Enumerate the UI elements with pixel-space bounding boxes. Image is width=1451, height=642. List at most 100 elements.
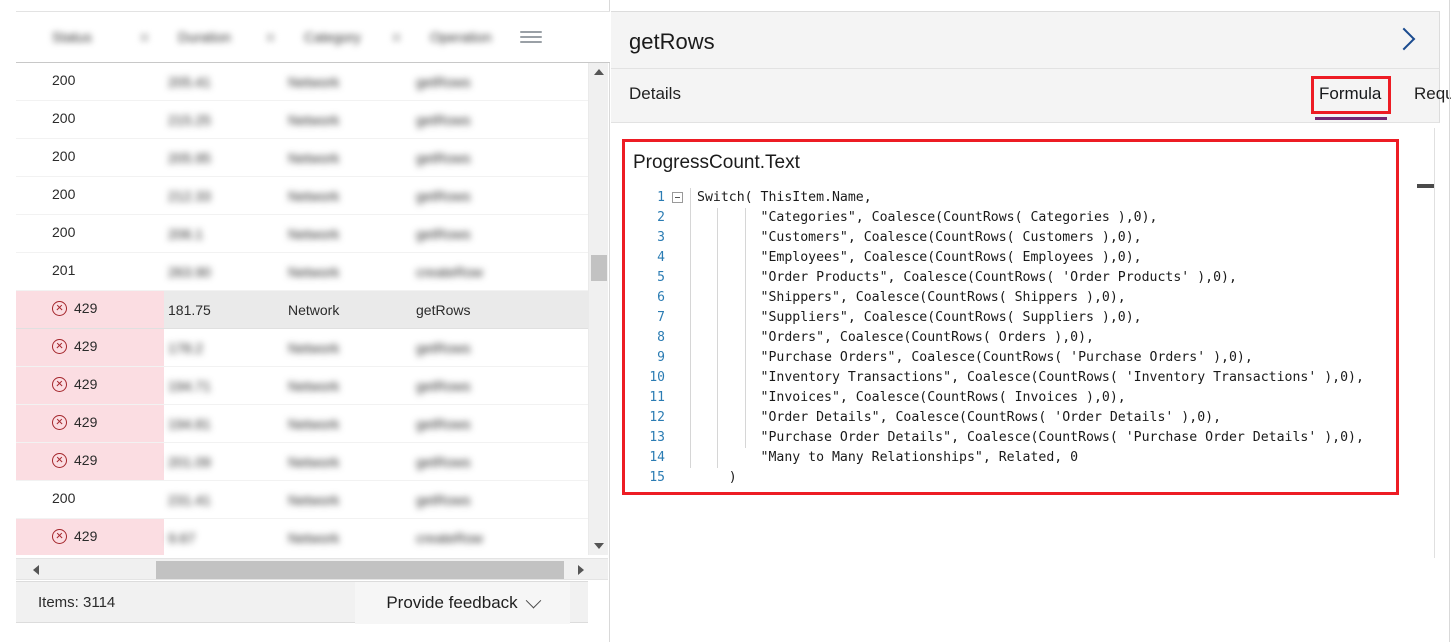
vertical-scroll-thumb[interactable] [591, 255, 607, 281]
table-row[interactable]: 429 181.75 Network getRows [16, 291, 588, 329]
line-number: 6 [657, 290, 665, 305]
code-line: 2 "Categories", Coalesce(CountRows( Cate… [625, 208, 1396, 228]
code-text: "Purchase Order Details", Coalesce(Count… [697, 430, 1364, 445]
category-cell: Network [288, 264, 340, 280]
duration-cell: 205.95 [168, 150, 211, 166]
table-row[interactable]: 429 178.2 Network getRows [16, 329, 588, 367]
code-text: "Order Products", Coalesce(CountRows( 'O… [697, 270, 1237, 285]
code-line: 11 "Invoices", Coalesce(CountRows( Invoi… [625, 388, 1396, 408]
table-row[interactable]: 429 201.09 Network getRows [16, 443, 588, 481]
hamburger-icon[interactable] [520, 31, 542, 47]
duration-cell: 181.75 [168, 302, 211, 318]
code-line: 5 "Order Products", Coalesce(CountRows( … [625, 268, 1396, 288]
scroll-up-arrow-icon[interactable] [594, 69, 604, 75]
code-line: 10 "Inventory Transactions", Coalesce(Co… [625, 368, 1396, 388]
table-body[interactable]: 200 205.41 Network getRows 200 215.25 Network g… [16, 63, 588, 555]
detail-tab-bar: Details Formula Request Response [611, 69, 1451, 123]
column-resizer-category[interactable] [392, 33, 401, 42]
column-header-status[interactable]: Status [52, 29, 92, 45]
table-horizontal-scrollbar[interactable] [16, 558, 608, 580]
detail-panel-scroll-thumb[interactable] [1417, 184, 1434, 188]
code-text: "Invoices", Coalesce(CountRows( Invoices… [697, 390, 1126, 405]
table-row[interactable]: 201 263.90 Network createRow [16, 253, 588, 291]
code-text: ) [697, 470, 737, 485]
status-badge: 200 [52, 148, 75, 164]
scroll-down-arrow-icon[interactable] [594, 543, 604, 549]
table-row[interactable]: 200 205.95 Network getRows [16, 139, 588, 177]
table-row[interactable]: 429 194.81 Network getRows [16, 405, 588, 443]
table-vertical-scrollbar[interactable] [588, 63, 608, 555]
duration-cell: 194.81 [168, 416, 211, 432]
line-number: 11 [649, 390, 665, 405]
operation-cell: getRows [416, 302, 471, 318]
status-code-text: 429 [74, 414, 98, 430]
column-header-category[interactable]: Category [304, 29, 361, 45]
column-resizer-status[interactable] [140, 33, 149, 42]
category-cell: Network [288, 378, 340, 394]
duration-cell: 206.1 [168, 226, 204, 242]
status-code-text: 201 [52, 262, 76, 278]
category-cell: Network [288, 416, 340, 432]
code-text: "Inventory Transactions", Coalesce(Count… [697, 370, 1364, 385]
provide-feedback-label: Provide feedback [386, 593, 518, 612]
chevron-right-icon[interactable] [1392, 27, 1416, 51]
code-line: 9 "Purchase Orders", Coalesce(CountRows(… [625, 348, 1396, 368]
column-header-duration[interactable]: Duration [178, 29, 231, 45]
status-code-text: 429 [74, 376, 98, 392]
status-code-text: 200 [52, 72, 76, 88]
horizontal-scroll-thumb[interactable] [156, 561, 564, 579]
table-row[interactable]: 429 194.71 Network getRows [16, 367, 588, 405]
duration-cell: 178.2 [168, 340, 204, 356]
page-title: getRows [629, 29, 715, 54]
error-icon [52, 300, 67, 316]
code-line: 7 "Suppliers", Coalesce(CountRows( Suppl… [625, 308, 1396, 328]
operation-cell: getRows [416, 492, 471, 508]
line-number: 14 [649, 450, 665, 465]
status-badge: 429 [52, 300, 97, 316]
column-header-operation[interactable]: Operation [430, 29, 491, 45]
scroll-left-arrow-icon[interactable] [33, 565, 39, 575]
duration-cell: 205.41 [168, 74, 211, 90]
active-tab-underline [1315, 117, 1387, 120]
category-cell: Network [288, 226, 340, 242]
status-badge: 200 [52, 490, 75, 506]
status-badge: 200 [52, 224, 75, 240]
operation-cell: getRows [416, 416, 471, 432]
status-badge: 429 [52, 376, 97, 392]
status-bar: Items: 3114 Provide feedback [16, 581, 588, 624]
error-icon [52, 376, 67, 392]
detail-panel-scrollbar-track[interactable] [1434, 128, 1435, 558]
error-icon [52, 528, 67, 544]
status-code-text: 200 [52, 224, 76, 240]
status-badge: 200 [52, 110, 75, 126]
category-cell: Network [288, 150, 340, 166]
code-line: 15 ) [625, 468, 1396, 486]
duration-cell: 201.09 [168, 454, 211, 470]
tab-details[interactable]: Details [629, 84, 681, 104]
code-line: 14 "Many to Many Relationships", Related… [625, 448, 1396, 468]
table-row[interactable]: 200 206.1 Network getRows [16, 215, 588, 253]
table-row[interactable]: 200 231.41 Network getRows [16, 481, 588, 519]
status-badge: 200 [52, 72, 75, 88]
monitor-table-panel: Status Duration Category Operation 200 20… [0, 0, 610, 642]
category-cell: Network [288, 74, 340, 90]
table-row[interactable]: 200 212.33 Network getRows [16, 177, 588, 215]
column-resizer-duration[interactable] [266, 33, 275, 42]
line-number: 15 [649, 470, 665, 485]
formula-property-label: ProgressCount.Text [633, 152, 800, 173]
provide-feedback-button[interactable]: Provide feedback [355, 582, 570, 624]
table-row[interactable]: 429 9.67 Network createRow [16, 519, 588, 555]
tab-formula[interactable]: Formula [1319, 84, 1381, 104]
code-text: "Many to Many Relationships", Related, 0 [697, 450, 1079, 465]
code-line: 13 "Purchase Order Details", Coalesce(Co… [625, 428, 1396, 448]
scroll-right-arrow-icon[interactable] [578, 565, 584, 575]
operation-cell: getRows [416, 112, 471, 128]
duration-cell: 194.71 [168, 378, 211, 394]
table-row[interactable]: 200 215.25 Network getRows [16, 101, 588, 139]
table-row[interactable]: 200 205.41 Network getRows [16, 63, 588, 101]
tab-request[interactable]: Request [1414, 84, 1451, 104]
formula-code-editor[interactable]: 1 Switch( ThisItem.Name, 2 "Categories", C… [625, 188, 1396, 486]
hamburger-bar [520, 36, 542, 38]
line-number: 1 [657, 190, 665, 205]
operation-cell: getRows [416, 188, 471, 204]
